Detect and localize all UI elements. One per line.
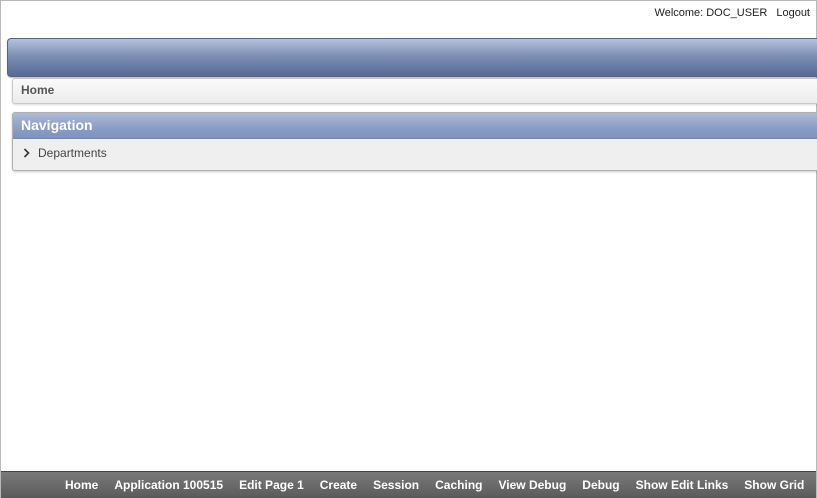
navigation-region-title: Navigation — [21, 117, 93, 133]
dev-toolbar-debug[interactable]: Debug — [574, 478, 627, 492]
dev-toolbar-application[interactable]: Application 100515 — [106, 478, 231, 492]
navigation-region-header: Navigation — [13, 113, 817, 139]
developer-toolbar: Home Application 100515 Edit Page 1 Crea… — [1, 471, 816, 498]
logout-link[interactable]: Logout — [776, 7, 810, 19]
dev-toolbar-caching[interactable]: Caching — [427, 478, 490, 492]
header-band — [7, 38, 817, 77]
dev-toolbar-show-grid[interactable]: Show Grid — [736, 478, 812, 492]
navigation-region: Navigation Departments — [12, 112, 817, 171]
chevron-right-icon — [23, 148, 30, 158]
breadcrumb: Home — [12, 78, 817, 104]
dev-toolbar-show-edit-links[interactable]: Show Edit Links — [628, 478, 737, 492]
dev-toolbar-create[interactable]: Create — [312, 478, 365, 492]
list-item-label: Departments — [38, 146, 107, 160]
developer-toolbar-items: Home Application 100515 Edit Page 1 Crea… — [57, 478, 812, 492]
user-bar: Welcome: DOC_USER Logout — [655, 7, 810, 19]
dev-toolbar-session[interactable]: Session — [365, 478, 427, 492]
navigation-region-body: Departments — [13, 139, 817, 170]
breadcrumb-current: Home — [21, 83, 55, 97]
list-item-departments[interactable]: Departments — [23, 146, 107, 160]
dev-toolbar-edit-page[interactable]: Edit Page 1 — [231, 478, 312, 492]
dev-toolbar-view-debug[interactable]: View Debug — [490, 478, 574, 492]
welcome-text: Welcome: DOC_USER — [655, 7, 768, 19]
welcome-label: Welcome: — [654, 7, 704, 19]
dev-toolbar-home[interactable]: Home — [57, 478, 106, 492]
username: DOC_USER — [706, 7, 768, 19]
